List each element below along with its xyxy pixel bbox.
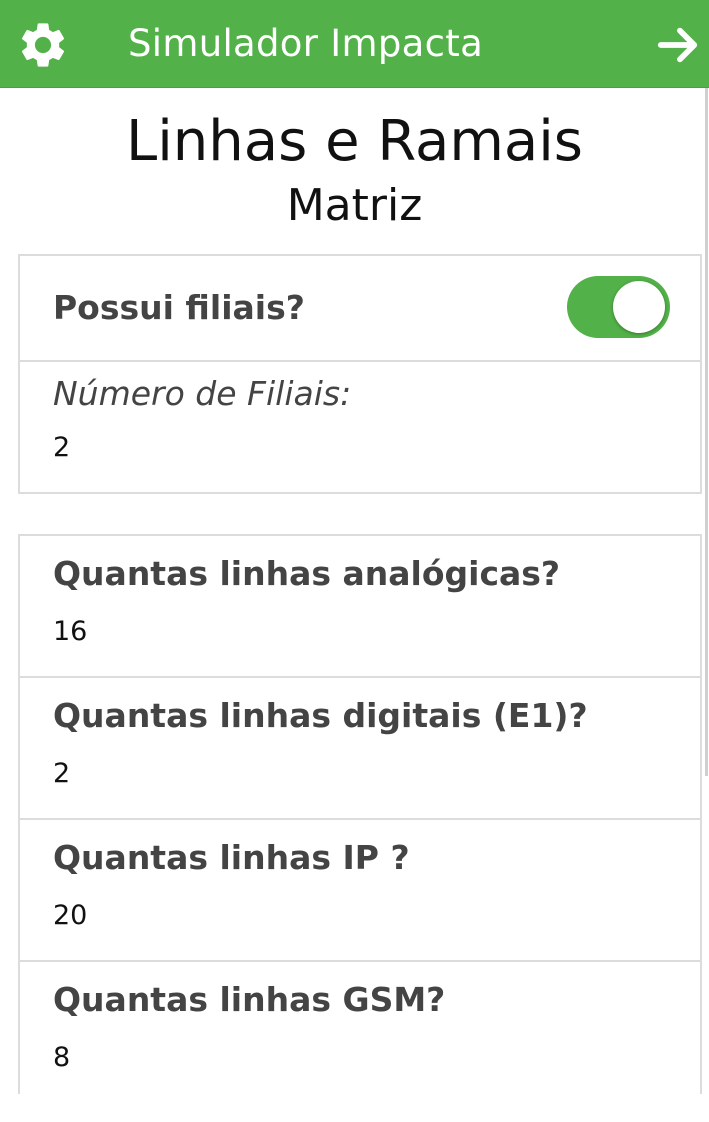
analog-lines-input[interactable]: 16 [53, 616, 87, 647]
scrollbar[interactable] [705, 88, 708, 776]
app-header: Simulador Impacta [0, 0, 709, 88]
gsm-lines-input[interactable]: 8 [53, 1042, 70, 1073]
list-item: Quantas linhas IP ? 20 [20, 820, 700, 962]
lines-card: Quantas linhas analógicas? 16 Quantas li… [18, 534, 702, 1094]
list-item: Quantas linhas digitais (E1)? 2 [20, 678, 700, 820]
gsm-lines-label: Quantas linhas GSM? [53, 980, 446, 1019]
has-branches-label: Possui filiais? [53, 288, 305, 327]
ip-lines-input[interactable]: 20 [53, 900, 87, 931]
branch-settings-card: Possui filiais? Número de Filiais: 2 [18, 254, 702, 494]
arrow-right-icon[interactable] [655, 22, 701, 68]
gear-icon[interactable] [16, 18, 70, 72]
list-item: Quantas linhas analógicas? 16 [20, 536, 700, 678]
digital-lines-input[interactable]: 2 [53, 758, 70, 789]
toggle-knob [613, 281, 665, 333]
branch-count-input[interactable]: 2 [53, 432, 70, 463]
page-title: Linhas e Ramais [126, 109, 583, 174]
branch-count-label: Número de Filiais: [53, 374, 352, 413]
app-title: Simulador Impacta [128, 22, 484, 65]
page-subtitle: Matriz [286, 180, 423, 231]
analog-lines-label: Quantas linhas analógicas? [53, 554, 561, 593]
branch-count-row: Número de Filiais: 2 [20, 362, 700, 492]
has-branches-row[interactable]: Possui filiais? [20, 256, 700, 362]
has-branches-toggle[interactable] [567, 276, 670, 338]
list-item: Quantas linhas GSM? 8 [20, 962, 700, 1122]
ip-lines-label: Quantas linhas IP ? [53, 838, 410, 877]
digital-lines-label: Quantas linhas digitais (E1)? [53, 696, 588, 735]
